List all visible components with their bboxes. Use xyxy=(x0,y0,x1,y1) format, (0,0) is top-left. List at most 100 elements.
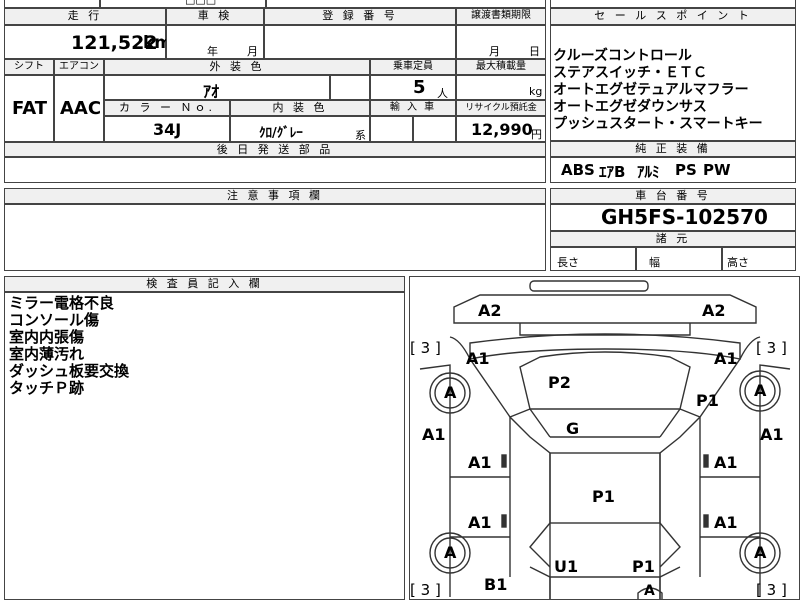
bracket-rear-left-value: 3 xyxy=(420,581,431,599)
bracket-rear-right-value: 3 xyxy=(766,581,777,599)
color-no-header: カ ラ ー Ｎｏ. xyxy=(104,100,230,116)
damage-code-front-left-door: A1 xyxy=(468,453,492,472)
top-strip-mid: □□□ xyxy=(100,0,266,8)
equipment-header: 純 正 装 備 xyxy=(550,141,796,157)
max-load-unit: kg xyxy=(529,85,543,98)
equipment-item: ｴｱB xyxy=(599,163,626,181)
top-strip-left xyxy=(4,0,100,8)
equipment-item: ｱﾙﾐ xyxy=(637,163,660,181)
max-load-header: 最大積載量 xyxy=(456,59,546,75)
damage-map: A2 A2 [ 3 ] [ 3 ] A1 A1 P2 P1 A A G A1 A… xyxy=(409,276,800,600)
tire-rl-label: A xyxy=(444,543,457,562)
damage-code-left-side: A1 xyxy=(422,425,446,444)
spare-tire-label: A xyxy=(644,583,655,599)
notes-cell xyxy=(4,204,546,271)
bracket-front-left-value: 3 xyxy=(420,339,431,357)
aircon-value: AAC xyxy=(60,98,102,119)
sales-points-list: クルーズコントロール ステアスイッチ・ＥＴＣ オートエグゼテュアルマフラー オー… xyxy=(553,48,763,133)
equipment-item: PS xyxy=(675,161,697,179)
inspection-month-unit: 月 xyxy=(247,45,258,58)
damage-code-front-left-fender: A1 xyxy=(466,349,490,368)
sales-point-item: オートエグゼダウンサス xyxy=(553,99,707,115)
bracket-rear-right: [ 3 ] xyxy=(756,581,787,599)
import-cell-b xyxy=(413,116,456,142)
damage-code-hood: P2 xyxy=(548,373,571,392)
equipment-item: ABS xyxy=(561,161,595,179)
exterior-color-cell: ｱｵ xyxy=(104,75,330,101)
recycle-header: リサイクル預託金 xyxy=(456,100,546,116)
bracket-front-left: [ 3 ] xyxy=(410,339,441,357)
car-outline-diagram xyxy=(419,280,791,599)
top-strip-text: □□□ xyxy=(185,0,216,6)
top-strip-far xyxy=(550,0,796,8)
inspection-year-unit: 年 xyxy=(207,45,218,58)
transfer-month-unit: 月 xyxy=(489,45,500,58)
inspection-header: 車 検 xyxy=(166,8,264,25)
notes-header: 注 意 事 項 欄 xyxy=(4,188,546,204)
recycle-cell: 12,990 円 xyxy=(456,116,546,142)
registration-cell xyxy=(264,25,456,59)
dimension-length-label: 長さ xyxy=(557,256,579,269)
sales-points-header: セ ー ル ス ポ イ ン ト xyxy=(550,8,796,25)
sales-points-box: クルーズコントロール ステアスイッチ・ＥＴＣ オートエグゼテュアルマフラー オー… xyxy=(550,25,796,141)
capacity-unit: 人 xyxy=(437,87,448,100)
damage-code-rear-left-door: A1 xyxy=(468,513,492,532)
parts-later-header: 後 日 発 送 部 品 xyxy=(4,142,546,157)
inspector-line: ミラー電格不良 xyxy=(9,294,115,312)
bracket-front-right: [ 3 ] xyxy=(756,339,787,357)
damage-code-right-side: A1 xyxy=(760,425,784,444)
damage-code-top-right: A2 xyxy=(702,301,726,320)
interior-color-suffix: 系 xyxy=(355,129,366,142)
color-no-value: 34J xyxy=(153,120,182,139)
recycle-unit: 円 xyxy=(531,128,542,141)
sales-point-item: ステアスイッチ・ＥＴＣ xyxy=(553,65,707,81)
damage-code-rear-right-door: A1 xyxy=(714,513,738,532)
aircon-header: エアコン xyxy=(54,59,104,75)
inspection-cell: 年 月 xyxy=(166,25,264,59)
dimensions-header: 諸 元 xyxy=(550,231,796,247)
damage-code-windshield: G xyxy=(566,419,580,438)
sales-point-item: プッシュスタート・スマートキー xyxy=(553,116,763,132)
parts-later-cell xyxy=(4,157,546,183)
inspector-line: 室内薄汚れ xyxy=(9,345,85,363)
top-strip-right xyxy=(266,0,546,8)
exterior-color-extra xyxy=(330,75,370,100)
damage-code-front-right-fender: A1 xyxy=(714,349,738,368)
aircon-cell: AAC xyxy=(54,75,104,142)
inspector-line: コンソール傷 xyxy=(9,311,100,329)
chassis-header: 車 台 番 号 xyxy=(550,188,796,204)
bracket-front-right-value: 3 xyxy=(766,339,777,357)
registration-header: 登 録 番 号 xyxy=(264,8,456,25)
tire-fl-label: A xyxy=(444,383,457,402)
chassis-value: GH5FS-102570 xyxy=(601,205,768,229)
sales-point-item: クルーズコントロール xyxy=(553,48,692,64)
shift-header: シフト xyxy=(4,59,54,75)
damage-code-roof: P1 xyxy=(592,487,615,506)
damage-code-rear-left-quarter: B1 xyxy=(484,575,508,594)
dimension-width-cell: 幅 xyxy=(636,247,722,271)
equipment-item: PW xyxy=(703,161,731,179)
capacity-header: 乗車定員 xyxy=(370,59,456,75)
inspector-line: タッチＰ跡 xyxy=(9,379,85,397)
inspector-cell: ミラー電格不良 コンソール傷 室内内張傷 室内薄汚れ ダッシュ板要交換 タッチＰ… xyxy=(4,292,405,600)
import-header: 輸 入 車 xyxy=(370,100,456,116)
mileage-cell: 121,522 km xyxy=(4,25,172,59)
transfer-day-unit: 日 xyxy=(529,45,540,58)
shift-value: FAT xyxy=(12,98,48,119)
exterior-color-header: 外 装 色 xyxy=(104,59,370,75)
tire-fr-label: A xyxy=(754,381,767,400)
capacity-cell: 5 人 xyxy=(370,75,456,100)
interior-color-value: ｸﾛ/ｸﾞﾚｰ xyxy=(259,126,303,141)
inspector-line: ダッシュ板要交換 xyxy=(9,362,130,380)
dimension-length-cell: 長さ xyxy=(550,247,636,271)
dimension-height-label: 高さ xyxy=(727,256,749,269)
capacity-value: 5 xyxy=(413,77,426,98)
chassis-cell: GH5FS-102570 xyxy=(550,204,796,231)
sales-point-item: オートエグゼテュアルマフラー xyxy=(553,82,749,98)
dimension-width-label: 幅 xyxy=(649,256,660,269)
max-load-cell: kg xyxy=(456,75,546,100)
transfer-header: 譲渡書類期限 xyxy=(456,8,546,25)
equipment-cell: ABS ｴｱB ｱﾙﾐ PS PW xyxy=(550,157,796,183)
interior-color-header: 内 装 色 xyxy=(230,100,370,116)
tire-rr-label: A xyxy=(754,543,767,562)
